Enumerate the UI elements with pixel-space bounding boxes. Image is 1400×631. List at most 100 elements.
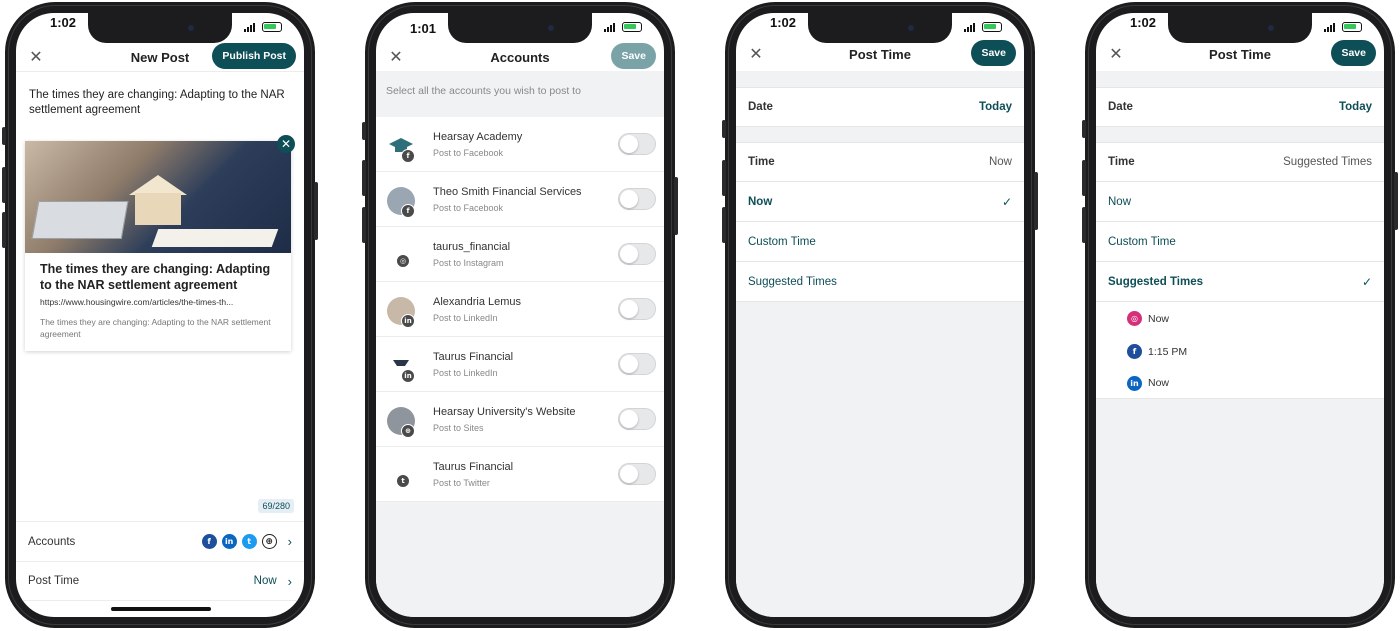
accounts-row[interactable]: Accounts f in t ⊕ › <box>16 521 304 561</box>
option-label: Custom Time <box>1108 235 1176 248</box>
status-time: 1:01 <box>410 21 437 36</box>
save-button[interactable]: Save <box>611 43 656 69</box>
post-time-row[interactable]: Post Time Now › <box>16 561 304 601</box>
date-value: Today <box>1338 101 1372 113</box>
account-name: Taurus Financial <box>433 461 514 473</box>
option-custom-time[interactable]: Custom Time <box>1096 222 1384 262</box>
account-network: Post to Instagram <box>433 258 504 268</box>
preview-url: https://www.housingwire.com/articles/the… <box>40 297 234 307</box>
account-toggle[interactable] <box>618 408 656 430</box>
date-label: Date <box>748 101 773 113</box>
twitter-icon: t <box>241 534 257 549</box>
account-toggle[interactable] <box>618 188 656 210</box>
account-toggle[interactable] <box>618 298 656 320</box>
date-row[interactable]: Date Today <box>1096 87 1384 127</box>
suggested-time-row[interactable]: ◎ Now <box>1096 302 1384 335</box>
account-toggle[interactable] <box>618 353 656 375</box>
remove-preview-close-icon[interactable]: ✕ <box>277 135 295 153</box>
facebook-icon: f <box>1127 344 1142 359</box>
signal-icon <box>964 22 978 32</box>
publish-post-button[interactable]: Publish Post <box>212 43 296 69</box>
screenshot-stage: 1:02 ✕ New Post Publish Post The times t… <box>0 0 1400 631</box>
date-value: Today <box>978 101 1012 113</box>
signal-icon <box>244 22 258 32</box>
save-button[interactable]: Save <box>1331 40 1376 66</box>
screen: 1:02 ✕ Post Time Save Date Today Time No… <box>736 13 1024 617</box>
account-row[interactable]: t Taurus Financial Post to Twitter <box>376 447 664 502</box>
avatar: ◎ <box>387 242 417 272</box>
signal-icon <box>1324 22 1338 32</box>
nav-title: Accounts <box>490 49 550 65</box>
account-name: Taurus Financial <box>433 351 514 363</box>
close-icon[interactable]: ✕ <box>386 47 406 67</box>
notch <box>88 13 232 43</box>
option-now[interactable]: Now ✓ <box>736 182 1024 222</box>
status-time: 1:02 <box>1130 15 1157 30</box>
account-name: Hearsay University's Website <box>433 406 576 418</box>
suggested-time-row[interactable]: f 1:15 PM <box>1096 335 1384 368</box>
option-suggested-times[interactable]: Suggested Times <box>736 262 1024 302</box>
account-toggle[interactable] <box>618 463 656 485</box>
time-label: Time <box>1108 156 1135 168</box>
status-time: 1:02 <box>50 15 77 30</box>
empty-area <box>376 502 664 617</box>
globe-icon: ⊕ <box>401 424 415 438</box>
linkedin-icon: in <box>401 369 415 383</box>
nav-bar: ✕ Accounts Save <box>376 43 664 71</box>
notch <box>448 13 592 43</box>
close-icon[interactable]: ✕ <box>746 44 766 64</box>
battery-icon <box>262 22 282 32</box>
avatar: f <box>387 187 417 218</box>
status-icons <box>604 22 642 32</box>
account-name: Hearsay Academy <box>433 131 523 143</box>
post-time-label: Post Time <box>28 575 80 587</box>
battery-icon <box>982 22 1002 32</box>
account-network: Post to Twitter <box>433 478 490 488</box>
account-network: Post to LinkedIn <box>433 313 498 323</box>
post-text-input[interactable]: The times they are changing: Adapting to… <box>29 88 291 118</box>
option-label: Custom Time <box>748 235 816 248</box>
avatar: ⊕ <box>387 407 417 438</box>
account-row[interactable]: ◎ taurus_financial Post to Instagram <box>376 227 664 282</box>
avatar: in <box>387 297 417 328</box>
battery-icon <box>622 22 642 32</box>
avatar: t <box>387 462 417 492</box>
date-row[interactable]: Date Today <box>736 87 1024 127</box>
nav-title: New Post <box>130 49 190 65</box>
account-toggle[interactable] <box>618 133 656 155</box>
account-network: Post to Facebook <box>433 148 504 158</box>
time-row: Time Now <box>736 142 1024 182</box>
save-button[interactable]: Save <box>971 40 1016 66</box>
option-label: Suggested Times <box>748 275 837 288</box>
nav-title: Post Time <box>849 46 911 62</box>
account-network: Post to Sites <box>433 423 484 433</box>
option-now[interactable]: Now <box>1096 182 1384 222</box>
account-toggle[interactable] <box>618 243 656 265</box>
hint-text: Select all the accounts you wish to post… <box>386 85 581 97</box>
time-row: Time Suggested Times <box>1096 142 1384 182</box>
link-preview-card: The times they are changing: Adapting to… <box>25 141 291 351</box>
twitter-icon: t <box>396 474 410 488</box>
account-network: Post to LinkedIn <box>433 368 498 378</box>
phone-post-time-now: 1:02 ✕ Post Time Save Date Today Time No… <box>722 2 1038 628</box>
option-suggested-times[interactable]: Suggested Times ✓ <box>1096 262 1384 302</box>
nav-title: Post Time <box>1209 46 1271 62</box>
chevron-right-icon: › <box>287 573 292 589</box>
account-row[interactable]: f Theo Smith Financial Services Post to … <box>376 172 664 227</box>
close-icon[interactable]: ✕ <box>26 47 46 67</box>
account-row[interactable]: f Hearsay Academy Post to Facebook <box>376 117 664 172</box>
option-label: Now <box>1108 195 1132 208</box>
phone-accounts: 1:01 ✕ Accounts Save Select all the acco… <box>362 2 678 628</box>
suggested-time-row[interactable]: in Now <box>1096 368 1384 399</box>
linkedin-icon: in <box>1127 375 1142 391</box>
account-network: Post to Facebook <box>433 203 504 213</box>
account-row[interactable]: in Alexandria Lemus Post to LinkedIn <box>376 282 664 337</box>
home-indicator <box>111 607 211 611</box>
screen: 1:01 ✕ Accounts Save Select all the acco… <box>376 13 664 617</box>
notch <box>808 13 952 43</box>
option-custom-time[interactable]: Custom Time <box>736 222 1024 262</box>
nav-bar: ✕ Post Time Save <box>736 40 1024 68</box>
account-row[interactable]: ⊕ Hearsay University's Website Post to S… <box>376 392 664 447</box>
account-row[interactable]: in Taurus Financial Post to LinkedIn <box>376 337 664 392</box>
close-icon[interactable]: ✕ <box>1106 44 1126 64</box>
